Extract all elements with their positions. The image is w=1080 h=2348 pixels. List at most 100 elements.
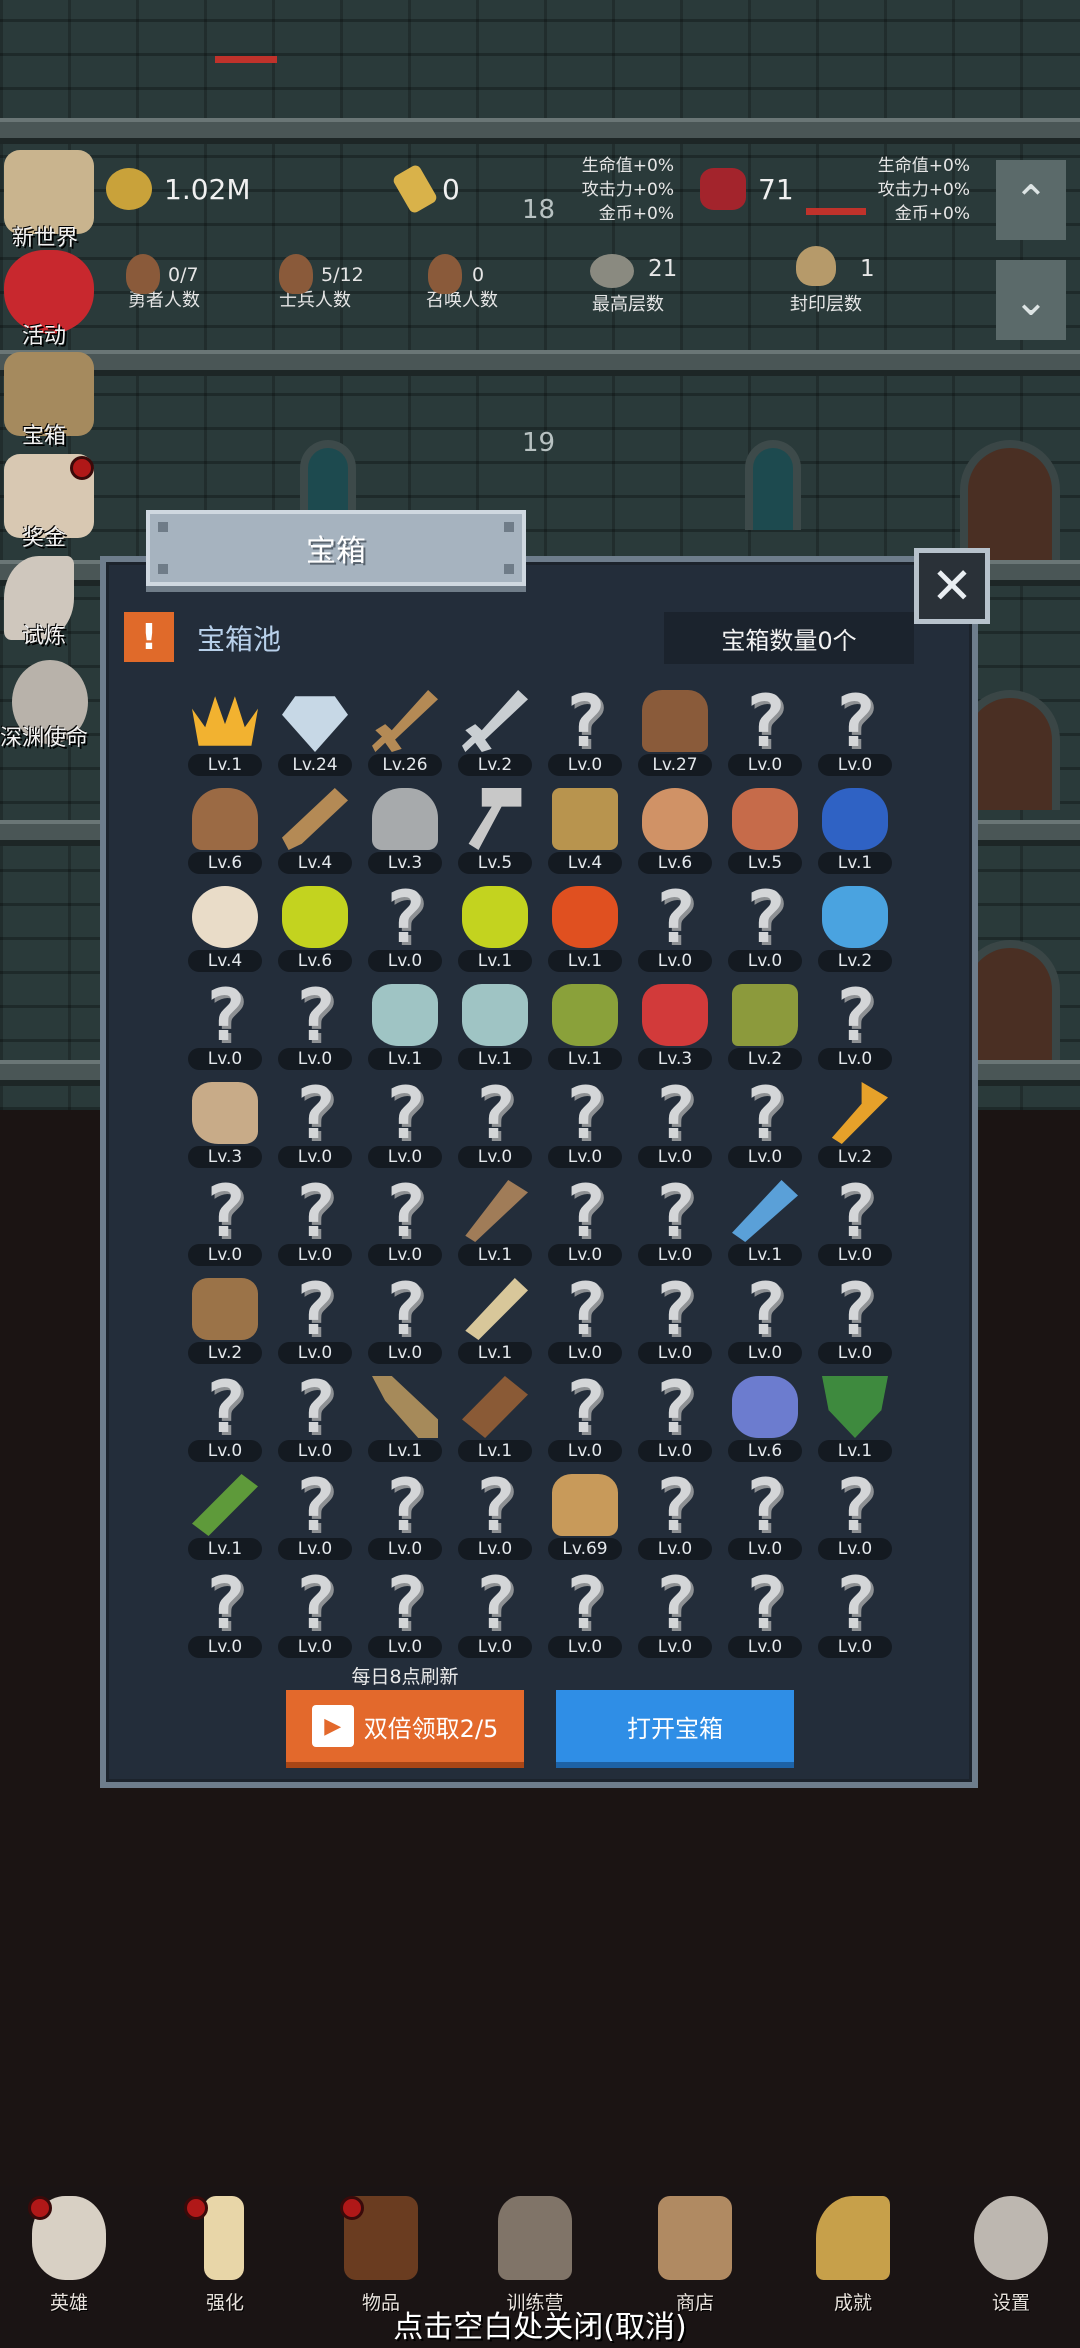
chest-pool-item[interactable]: ? Lv.0 (270, 1462, 360, 1560)
chest-pool-item[interactable]: ? Lv.0 (810, 678, 900, 776)
nav-shop[interactable]: 商店 (630, 2196, 760, 2316)
chest-pool-item[interactable]: Lv.1 (810, 1364, 900, 1462)
side-menu-activity[interactable]: 活动 (0, 250, 110, 350)
chest-pool-item[interactable]: Lv.2 (180, 1266, 270, 1364)
chest-pool-item[interactable]: Lv.26 (360, 678, 450, 776)
side-menu-trial[interactable]: 试炼 (0, 556, 110, 656)
chest-pool-item[interactable]: ? Lv.0 (720, 1266, 810, 1364)
chest-pool-item[interactable]: Lv.2 (450, 678, 540, 776)
nav-heroes[interactable]: 英雄 (4, 2196, 134, 2316)
chest-pool-item[interactable]: ? Lv.0 (450, 1070, 540, 1168)
chest-pool-item[interactable]: ? Lv.0 (360, 1462, 450, 1560)
chest-pool-item[interactable]: ? Lv.0 (720, 1462, 810, 1560)
chest-pool-item[interactable]: ? Lv.0 (630, 1462, 720, 1560)
chest-pool-item[interactable]: ? Lv.0 (270, 1364, 360, 1462)
side-menu-bonus[interactable]: 奖金 (0, 454, 110, 554)
chest-pool-item[interactable]: Lv.1 (540, 874, 630, 972)
chest-pool-item[interactable]: ? Lv.0 (630, 1560, 720, 1658)
chest-pool-item[interactable]: Lv.6 (180, 776, 270, 874)
chest-pool-item[interactable]: ? Lv.0 (450, 1560, 540, 1658)
chest-pool-item[interactable]: Lv.69 (540, 1462, 630, 1560)
chest-pool-item[interactable]: ? Lv.0 (810, 1560, 900, 1658)
chest-pool-item[interactable]: ? Lv.0 (540, 1266, 630, 1364)
chest-pool-item[interactable]: Lv.3 (180, 1070, 270, 1168)
chest-pool-item[interactable]: ? Lv.0 (540, 1168, 630, 1266)
item-level: Lv.0 (188, 1244, 262, 1266)
chest-pool-item[interactable]: ? Lv.0 (360, 1560, 450, 1658)
chest-pool-item[interactable]: Lv.1 (720, 1168, 810, 1266)
chest-pool-item[interactable]: Lv.1 (810, 776, 900, 874)
chest-pool-item[interactable]: ? Lv.0 (630, 874, 720, 972)
chest-pool-item[interactable]: Lv.2 (720, 972, 810, 1070)
side-menu-new-world[interactable]: 新世界 (0, 150, 110, 251)
chest-pool-item[interactable]: Lv.24 (270, 678, 360, 776)
chest-pool-item[interactable]: ? Lv.0 (180, 1168, 270, 1266)
chest-pool-item[interactable]: ? Lv.0 (180, 1560, 270, 1658)
chest-pool-item[interactable]: ? Lv.0 (270, 972, 360, 1070)
chest-pool-item[interactable]: ? Lv.0 (630, 1070, 720, 1168)
chest-pool-item[interactable]: ? Lv.0 (810, 1266, 900, 1364)
chest-pool-item[interactable]: Lv.1 (450, 1266, 540, 1364)
chest-pool-item[interactable]: ? Lv.0 (270, 1266, 360, 1364)
chest-pool-item[interactable]: Lv.27 (630, 678, 720, 776)
side-menu-abyss-mission[interactable]: 深渊使命 (0, 660, 110, 760)
chest-pool-item[interactable]: Lv.6 (270, 874, 360, 972)
chest-pool-item[interactable]: Lv.2 (810, 874, 900, 972)
chest-pool-item[interactable]: Lv.5 (450, 776, 540, 874)
chest-pool-item[interactable]: ? Lv.0 (720, 678, 810, 776)
double-claim-button[interactable]: ▶ 双倍领取2/5 (286, 1690, 524, 1768)
chest-pool-item[interactable]: Lv.1 (540, 972, 630, 1070)
tap-to-close-hint[interactable]: 点击空白处关闭(取消) (0, 2302, 1080, 2346)
close-button[interactable]: ✕ (914, 548, 990, 624)
chest-pool-item[interactable]: Lv.6 (720, 1364, 810, 1462)
chest-pool-item[interactable]: ? Lv.0 (450, 1462, 540, 1560)
chest-pool-item[interactable]: ? Lv.0 (720, 1560, 810, 1658)
chest-pool-item[interactable]: ? Lv.0 (180, 972, 270, 1070)
nav-settings[interactable]: 设置 (946, 2196, 1076, 2316)
chest-pool-item[interactable]: ? Lv.0 (540, 1070, 630, 1168)
chest-pool-item[interactable]: ? Lv.0 (270, 1560, 360, 1658)
chest-pool-item[interactable]: Lv.1 (180, 678, 270, 776)
chest-pool-item[interactable]: Lv.1 (360, 1364, 450, 1462)
chest-pool-item[interactable]: Lv.1 (450, 1168, 540, 1266)
chest-pool-item[interactable]: ? Lv.0 (540, 1364, 630, 1462)
chest-pool-item[interactable]: ? Lv.0 (630, 1266, 720, 1364)
chest-pool-item[interactable]: Lv.4 (540, 776, 630, 874)
nav-upgrade[interactable]: 强化 (160, 2196, 290, 2316)
chest-pool-item[interactable]: Lv.1 (360, 972, 450, 1070)
chest-pool-item[interactable]: ? Lv.0 (360, 874, 450, 972)
chest-pool-item[interactable]: ? Lv.0 (720, 874, 810, 972)
chest-pool-item[interactable]: Lv.6 (630, 776, 720, 874)
scroll-up-button[interactable]: ⌃ (996, 160, 1066, 240)
nav-items[interactable]: 物品 (316, 2196, 446, 2316)
chest-pool-item[interactable]: Lv.2 (810, 1070, 900, 1168)
nav-achievements[interactable]: 成就 (788, 2196, 918, 2316)
chest-pool-item[interactable]: ? Lv.0 (630, 1168, 720, 1266)
chest-pool-item[interactable]: ? Lv.0 (360, 1070, 450, 1168)
chest-pool-item[interactable]: ? Lv.0 (630, 1364, 720, 1462)
chest-pool-item[interactable]: ? Lv.0 (270, 1070, 360, 1168)
chest-pool-item[interactable]: Lv.3 (630, 972, 720, 1070)
chest-pool-item[interactable]: ? Lv.0 (360, 1168, 450, 1266)
chest-pool-item[interactable]: ? Lv.0 (810, 972, 900, 1070)
side-menu-chest[interactable]: 宝箱 (0, 352, 110, 452)
chest-pool-item[interactable]: ? Lv.0 (270, 1168, 360, 1266)
chest-pool-item[interactable]: Lv.1 (450, 874, 540, 972)
nav-training-camp[interactable]: 训练营 (470, 2196, 600, 2316)
chest-pool-item[interactable]: Lv.1 (450, 972, 540, 1070)
chest-pool-item[interactable]: ? Lv.0 (540, 678, 630, 776)
chest-pool-item[interactable]: Lv.1 (450, 1364, 540, 1462)
chest-pool-item[interactable]: ? Lv.0 (720, 1070, 810, 1168)
chest-pool-item[interactable]: ? Lv.0 (810, 1168, 900, 1266)
chest-pool-item[interactable]: ? Lv.0 (810, 1462, 900, 1560)
chest-pool-item[interactable]: ? Lv.0 (360, 1266, 450, 1364)
scroll-down-button[interactable]: ⌄ (996, 260, 1066, 340)
chest-pool-item[interactable]: ? Lv.0 (540, 1560, 630, 1658)
chest-pool-item[interactable]: Lv.5 (720, 776, 810, 874)
chest-pool-item[interactable]: Lv.4 (270, 776, 360, 874)
chest-pool-item[interactable]: Lv.1 (180, 1462, 270, 1560)
chest-pool-item[interactable]: Lv.3 (360, 776, 450, 874)
open-chest-button[interactable]: 打开宝箱 (556, 1690, 794, 1768)
chest-pool-item[interactable]: ? Lv.0 (180, 1364, 270, 1462)
chest-pool-item[interactable]: Lv.4 (180, 874, 270, 972)
